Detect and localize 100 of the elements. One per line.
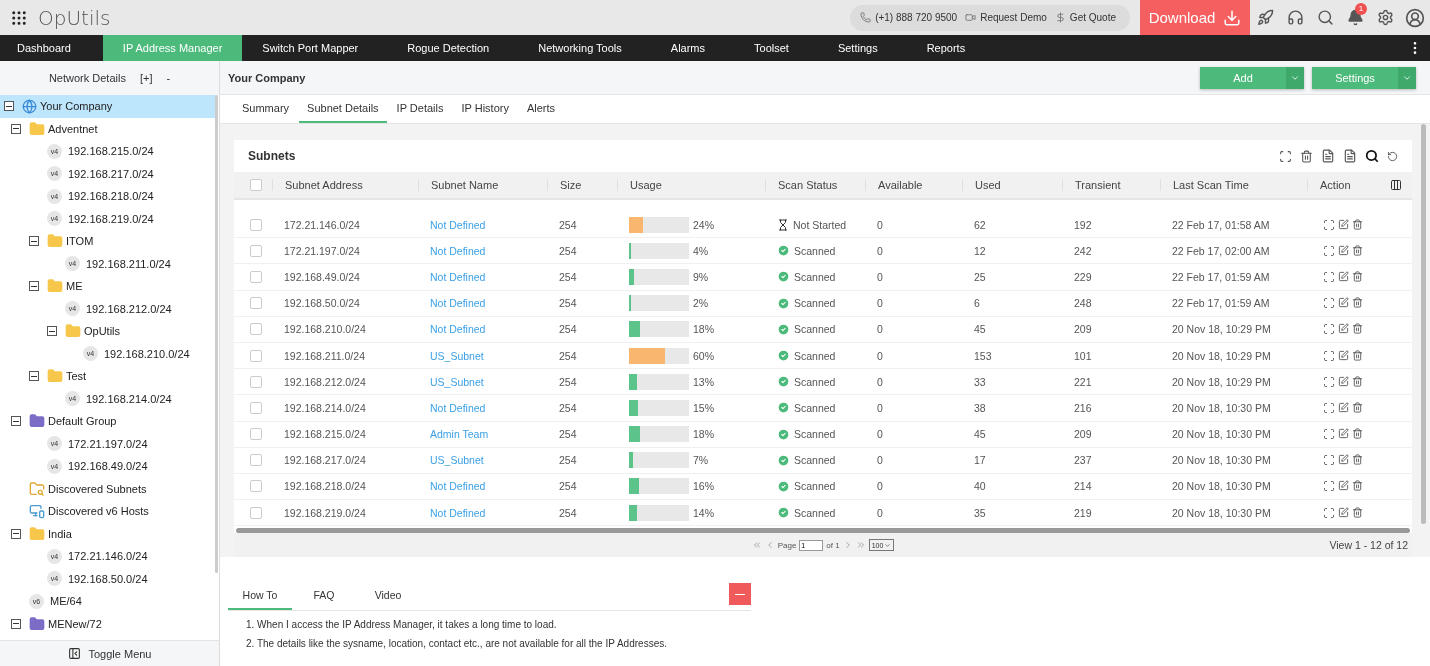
- expand-all-link[interactable]: [+]: [139, 72, 153, 84]
- expand-toggle[interactable]: [29, 281, 39, 292]
- edit-icon[interactable]: [1338, 506, 1349, 518]
- trash-icon[interactable]: [1352, 349, 1363, 361]
- checkbox[interactable]: [250, 454, 262, 467]
- trash-icon[interactable]: [1352, 480, 1363, 492]
- help-tab[interactable]: FAQ: [292, 581, 356, 611]
- nav-tab[interactable]: Alarms: [653, 35, 723, 61]
- checkbox[interactable]: [250, 297, 262, 310]
- checkbox[interactable]: [250, 218, 262, 231]
- tree-item[interactable]: Your Company: [0, 95, 216, 118]
- nav-tab[interactable]: Networking Tools: [521, 35, 639, 61]
- trash-icon[interactable]: [1352, 454, 1363, 466]
- tree-item[interactable]: India: [0, 522, 216, 545]
- notifications-button[interactable]: 1: [1340, 2, 1370, 33]
- scan-icon[interactable]: [1323, 506, 1335, 519]
- expand-toggle[interactable]: [4, 101, 14, 112]
- trash-icon[interactable]: [1352, 297, 1363, 309]
- get-quote-link[interactable]: Get Quote: [1069, 12, 1116, 23]
- expand-toggle[interactable]: [47, 326, 57, 337]
- scan-icon[interactable]: [1279, 149, 1292, 163]
- edit-icon[interactable]: [1338, 270, 1349, 282]
- tab[interactable]: Alerts: [518, 95, 564, 123]
- expand-toggle[interactable]: [11, 123, 21, 134]
- scan-icon[interactable]: [1323, 323, 1335, 336]
- nav-tab[interactable]: Reports: [909, 35, 983, 61]
- tree-item[interactable]: Adventnet: [0, 117, 216, 140]
- edit-icon[interactable]: [1338, 244, 1349, 256]
- scrollbar[interactable]: [215, 95, 218, 573]
- edit-icon[interactable]: [1338, 401, 1349, 413]
- tree-item[interactable]: Default Group: [0, 410, 216, 433]
- trash-icon[interactable]: [1352, 323, 1363, 335]
- scan-icon[interactable]: [1323, 454, 1335, 467]
- apps-grid-icon[interactable]: [10, 8, 28, 27]
- trash-icon[interactable]: [1352, 428, 1363, 440]
- help-tab[interactable]: How To: [228, 581, 292, 611]
- edit-icon[interactable]: [1338, 454, 1349, 466]
- nav-tab[interactable]: Dashboard: [0, 35, 88, 61]
- checkbox[interactable]: [250, 349, 262, 362]
- checkbox[interactable]: [250, 270, 262, 283]
- tree-item[interactable]: ITOM: [0, 230, 216, 253]
- scan-icon[interactable]: [1323, 401, 1335, 414]
- edit-icon[interactable]: [1338, 297, 1349, 309]
- tree-item[interactable]: Discovered Subnets: [0, 477, 216, 500]
- tree-item[interactable]: Test: [0, 365, 216, 388]
- search-icon[interactable]: [1365, 149, 1379, 163]
- scan-icon[interactable]: [1323, 297, 1335, 310]
- edit-icon[interactable]: [1338, 218, 1349, 230]
- checkbox[interactable]: [250, 323, 262, 336]
- checkbox[interactable]: [250, 428, 262, 441]
- checkbox[interactable]: [250, 179, 262, 191]
- tree-item[interactable]: ME: [0, 275, 216, 298]
- trash-icon[interactable]: [1352, 218, 1363, 230]
- column-picker-icon[interactable]: [1390, 179, 1402, 191]
- tree-item[interactable]: OpUtils: [0, 320, 216, 343]
- expand-toggle[interactable]: [29, 371, 39, 382]
- trash-icon[interactable]: [1352, 506, 1363, 518]
- nav-tab[interactable]: Switch Port Mapper: [245, 35, 376, 61]
- edit-icon[interactable]: [1338, 323, 1349, 335]
- scan-icon[interactable]: [1323, 218, 1335, 231]
- tab[interactable]: IP History: [453, 95, 517, 123]
- checkbox[interactable]: [250, 244, 262, 257]
- toggle-menu-button[interactable]: Toggle Menu: [0, 640, 219, 666]
- nav-tab[interactable]: Rogue Detection: [390, 35, 507, 61]
- scan-icon[interactable]: [1323, 244, 1335, 257]
- tab[interactable]: Summary: [234, 95, 298, 123]
- expand-toggle[interactable]: [11, 528, 21, 539]
- edit-icon[interactable]: [1338, 349, 1349, 361]
- minimize-button[interactable]: [729, 583, 751, 606]
- collapse-all-link[interactable]: -: [166, 72, 171, 84]
- scan-icon[interactable]: [1323, 270, 1335, 283]
- scan-icon[interactable]: [1323, 428, 1335, 441]
- checkbox[interactable]: [250, 401, 262, 414]
- trash-icon[interactable]: [1352, 244, 1363, 256]
- file-icon[interactable]: [1343, 149, 1357, 163]
- expand-toggle[interactable]: [11, 618, 21, 629]
- checkbox[interactable]: [250, 506, 262, 519]
- edit-icon[interactable]: [1338, 428, 1349, 440]
- trash-icon[interactable]: [1352, 375, 1363, 387]
- scan-icon[interactable]: [1323, 375, 1335, 388]
- scrollbar[interactable]: [1421, 124, 1426, 524]
- tree-item[interactable]: Discovered v6 Hosts: [0, 500, 216, 523]
- nav-tab[interactable]: Settings: [820, 35, 895, 61]
- trash-icon[interactable]: [1352, 270, 1363, 282]
- edit-icon[interactable]: [1338, 375, 1349, 387]
- scrollbar[interactable]: [236, 528, 1410, 534]
- expand-toggle[interactable]: [11, 416, 21, 427]
- trash-icon[interactable]: [1352, 401, 1363, 413]
- checkbox[interactable]: [250, 480, 262, 493]
- checkbox[interactable]: [250, 375, 262, 388]
- scan-icon[interactable]: [1323, 349, 1335, 362]
- help-tab[interactable]: Video: [356, 581, 420, 611]
- file-icon[interactable]: [1321, 149, 1335, 163]
- request-demo-link[interactable]: Request Demo: [980, 12, 1047, 23]
- refresh-icon[interactable]: [1387, 150, 1398, 162]
- tab[interactable]: IP Details: [388, 95, 452, 123]
- expand-toggle[interactable]: [29, 236, 39, 247]
- scan-icon[interactable]: [1323, 480, 1335, 493]
- tree-item[interactable]: MENew/72: [0, 612, 216, 635]
- trash-icon[interactable]: [1300, 149, 1313, 163]
